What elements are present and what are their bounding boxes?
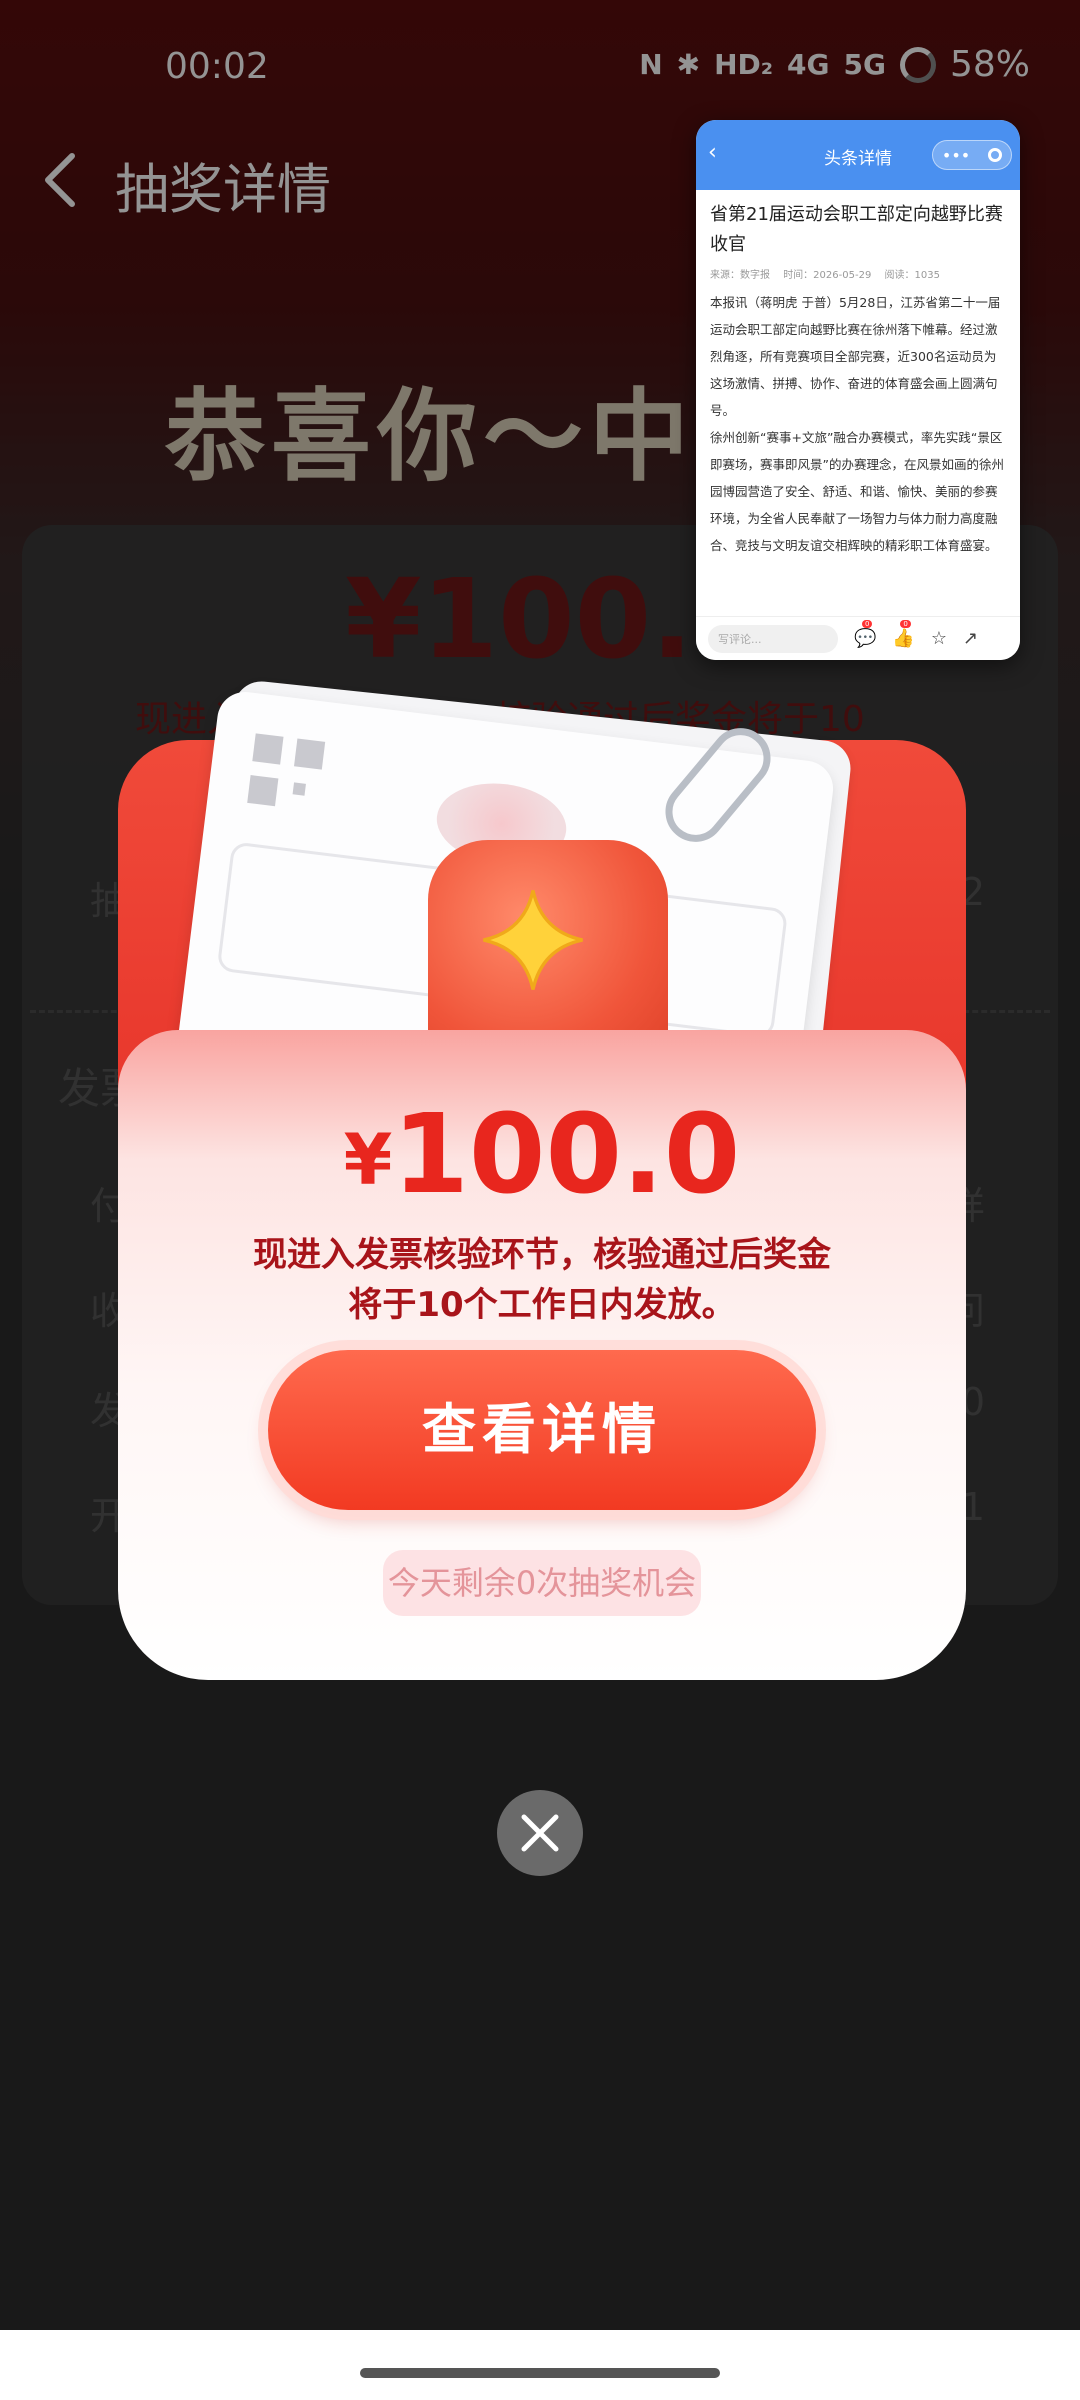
like-icon[interactable]: 👍 0 bbox=[892, 620, 915, 649]
currency-symbol: ¥ bbox=[343, 1119, 393, 1201]
close-popup-button[interactable] bbox=[497, 1790, 583, 1876]
comment-placeholder: 写评论... bbox=[718, 632, 762, 646]
article-body: 本报讯（蒋明虎 于普）5月28日，江苏省第二十一届运动会职工部定向越野比赛在徐州… bbox=[696, 281, 1020, 601]
article-date: 时间：2026-05-29 bbox=[783, 270, 872, 281]
remaining-chances-badge: 今天剩余0次抽奖机会 bbox=[383, 1550, 701, 1616]
article-paragraph: 徐州创新“赛事+文旅”融合办赛模式，率先实践“景区即赛场，赛事即风景”的办赛理念… bbox=[710, 430, 1004, 553]
view-details-button[interactable]: 查看详情 bbox=[268, 1350, 816, 1510]
comment-badge: 0 bbox=[862, 620, 873, 628]
gesture-bar-area bbox=[0, 2330, 1080, 2400]
prize-amount: ¥100.0 bbox=[118, 1090, 966, 1218]
close-icon bbox=[521, 1814, 559, 1852]
home-indicator[interactable] bbox=[360, 2368, 720, 2378]
article-title: 省第21届运动会职工部定向越野比赛收官 bbox=[710, 204, 1003, 255]
more-icon[interactable]: ••• bbox=[942, 146, 970, 165]
mini-window-header: ‹ 头条详情 ••• bbox=[696, 120, 1020, 190]
article-views: 阅读：1035 bbox=[884, 270, 940, 281]
qr-code-icon bbox=[247, 733, 326, 812]
prize-value: 100.0 bbox=[392, 1090, 741, 1218]
mini-window-footer: 写评论... 💬 0 👍 0 ☆ ↗ bbox=[696, 616, 1020, 660]
comment-input[interactable]: 写评论... bbox=[708, 624, 838, 653]
article-paragraph: 本报讯（蒋明虎 于普）5月28日，江苏省第二十一届运动会职工部定向越野比赛在徐州… bbox=[710, 295, 1001, 418]
share-icon[interactable]: ↗ bbox=[963, 628, 978, 649]
article-source: 来源：数字报 bbox=[710, 270, 770, 281]
star-icon bbox=[483, 890, 583, 990]
star-icon[interactable]: ☆ bbox=[931, 628, 947, 649]
mini-capsule-menu[interactable]: ••• bbox=[932, 140, 1012, 170]
comment-icon[interactable]: 💬 0 bbox=[854, 620, 876, 649]
like-badge: 0 bbox=[900, 620, 911, 628]
article-meta: 来源：数字报 时间：2026-05-29 阅读：1035 bbox=[696, 260, 1020, 281]
close-target-icon[interactable] bbox=[988, 148, 1003, 162]
floating-mini-window[interactable]: ‹ 头条详情 ••• 省第21届运动会职工部定向越野比赛收官 来源：数字报 时间… bbox=[696, 120, 1020, 660]
prize-note: 现进入发票核验环节，核验通过后奖金将于10个工作日内发放。 bbox=[253, 1235, 831, 1325]
prize-popup: ¥100.0 现进入发票核验环节，核验通过后奖金将于10个工作日内发放。 查看详… bbox=[118, 678, 966, 1680]
